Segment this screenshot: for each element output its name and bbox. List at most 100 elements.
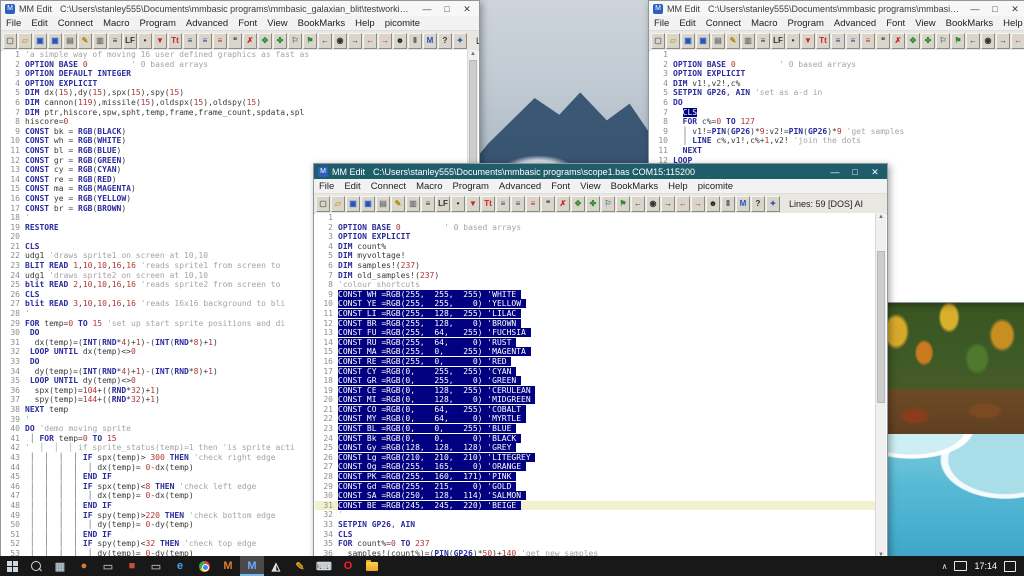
code-line[interactable]: 3OPTION DEFAULT INTEGER: [2, 69, 468, 79]
code-line[interactable]: 5DIM dx(15),dy(15),spx(15),spy(15): [2, 88, 468, 98]
code-line[interactable]: 16CONST RE =RGB(255, 0, 0) 'RED: [315, 357, 876, 367]
save-button[interactable]: ▣: [346, 196, 360, 212]
hand-green-a-button[interactable]: ✥: [571, 196, 585, 212]
arrow-right-button[interactable]: →: [661, 196, 675, 212]
code-line[interactable]: 6DIM samples!(237): [315, 261, 876, 271]
minimize-button[interactable]: —: [417, 2, 437, 16]
flag-green-button[interactable]: ⚑: [951, 33, 965, 49]
code-line[interactable]: 2OPTION BASE 0 ' 0 based arrays: [650, 60, 1024, 70]
paste-red-button[interactable]: ▼: [801, 33, 815, 49]
code-line[interactable]: 5DIM myvoltage!: [315, 251, 876, 261]
code-line[interactable]: 3OPTION EXPLICIT: [315, 232, 876, 242]
menu-edit[interactable]: Edit: [674, 18, 700, 29]
arrow-right-button[interactable]: →: [348, 33, 362, 49]
indent-red-button[interactable]: ≡: [861, 33, 875, 49]
notification-center-icon[interactable]: [1004, 561, 1016, 572]
code-line[interactable]: 7DIM old_samples!(237): [315, 271, 876, 281]
code-line[interactable]: 11 NEXT: [650, 146, 1024, 156]
new-file-button[interactable]: ▢: [316, 196, 330, 212]
app-edge-browser-icon[interactable]: e: [168, 556, 192, 576]
record-dot-button[interactable]: •: [451, 196, 465, 212]
save-as-button[interactable]: ▣: [361, 196, 375, 212]
code-line[interactable]: 14CONST RU =RGB(255, 64, 0) 'RUST: [315, 338, 876, 348]
code-line[interactable]: 33SETPIN GP26, AIN: [315, 520, 876, 530]
menu-macro[interactable]: Macro: [98, 18, 134, 29]
list-view-button[interactable]: ≡: [108, 33, 122, 49]
record-dot-button[interactable]: •: [786, 33, 800, 49]
code-line[interactable]: 8hiscore=0: [2, 117, 468, 127]
indent-left-button[interactable]: ≡: [496, 196, 510, 212]
taskbar-clock[interactable]: 17:14: [974, 561, 997, 571]
blue-m-doc-button[interactable]: M: [423, 33, 437, 49]
code-line[interactable]: 9 │ v1!=PIN(GP26)*9:v2!=PIN(GP26)*9 'get…: [650, 127, 1024, 137]
hand-green-b-button[interactable]: ✤: [273, 33, 287, 49]
app-paint-icon[interactable]: ✎: [288, 556, 312, 576]
maximize-button[interactable]: □: [985, 2, 1005, 16]
app-photos-icon[interactable]: ◭: [264, 556, 288, 576]
delete-red-x-button[interactable]: ✗: [891, 33, 905, 49]
copy-pages-button[interactable]: ▥: [741, 33, 755, 49]
code-line[interactable]: 25CONST Gy =RGB(128, 128, 128) 'GREY: [315, 443, 876, 453]
edit-pencil-button[interactable]: ✎: [391, 196, 405, 212]
save-as-button[interactable]: ▣: [48, 33, 62, 49]
code-line[interactable]: 4DIM v1!,v2!,c%: [650, 79, 1024, 89]
code-line[interactable]: 8 FOR c%=0 TO 127: [650, 117, 1024, 127]
code-line[interactable]: 29CONST Gd =RGB(255, 215, 0) 'GOLD: [315, 482, 876, 492]
code-line[interactable]: 13CONST FU =RGB(255, 64, 255) 'FUCHSIA: [315, 328, 876, 338]
code-line[interactable]: 22CONST MY =RGB(0, 64, 0) 'MYRTLE: [315, 414, 876, 424]
code-line[interactable]: 7 CLS: [650, 108, 1024, 118]
copy-pages-button[interactable]: ▥: [406, 196, 420, 212]
maximize-button[interactable]: □: [845, 165, 865, 179]
print-button[interactable]: ▤: [376, 196, 390, 212]
hand-green-a-button[interactable]: ✥: [906, 33, 920, 49]
comment-bubble-button[interactable]: ❝: [541, 196, 555, 212]
menu-macro[interactable]: Macro: [411, 181, 447, 192]
open-folder-button[interactable]: ▱: [666, 33, 680, 49]
run-macro-button[interactable]: ✦: [766, 196, 780, 212]
line-ending-lf-button[interactable]: LF: [123, 33, 137, 49]
code-line[interactable]: 3OPTION EXPLICIT: [650, 69, 1024, 79]
scroll-up-arrow[interactable]: ▲: [876, 213, 886, 222]
menu-bookmarks[interactable]: BookMarks: [293, 18, 351, 29]
menu-picomite[interactable]: picomite: [693, 181, 738, 192]
title-bar[interactable]: M MM Edit C:\Users\stanley555\Documents\…: [314, 164, 887, 179]
code-line[interactable]: 34CLS: [315, 530, 876, 540]
menu-file[interactable]: File: [1, 18, 26, 29]
code-line[interactable]: 6DO: [650, 98, 1024, 108]
code-line[interactable]: 18CONST GR =RGB(0, 255, 0) 'GREEN: [315, 376, 876, 386]
code-line[interactable]: 11CONST bl = RGB(BLUE): [2, 146, 468, 156]
menu-view[interactable]: View: [262, 18, 292, 29]
indent-right-button[interactable]: ≡: [846, 33, 860, 49]
font-case-button[interactable]: Tt: [816, 33, 830, 49]
menu-edit[interactable]: Edit: [339, 181, 365, 192]
code-line[interactable]: 1: [650, 50, 1024, 60]
menu-view[interactable]: View: [575, 181, 605, 192]
arrow-target-button[interactable]: ◉: [333, 33, 347, 49]
flag-light-button[interactable]: ⚐: [288, 33, 302, 49]
code-editor-center[interactable]: 12OPTION BASE 0 ' 0 based arrays3OPTION …: [315, 213, 876, 560]
arrow-left-button[interactable]: ←: [318, 33, 332, 49]
list-view-button[interactable]: ≡: [421, 196, 435, 212]
code-line[interactable]: 1'a simple way of moving 16 user defined…: [2, 50, 468, 60]
menu-font[interactable]: Font: [881, 18, 910, 29]
blue-m-doc-button[interactable]: M: [736, 196, 750, 212]
close-button[interactable]: ✕: [457, 2, 477, 16]
code-line[interactable]: 32': [315, 510, 876, 520]
code-line[interactable]: 15CONST MA =RGB(255, 0, 255) 'MAGENTA: [315, 347, 876, 357]
list-view-button[interactable]: ≡: [756, 33, 770, 49]
menu-edit[interactable]: Edit: [26, 18, 52, 29]
code-line[interactable]: 7DIM ptr,hiscore,spw,spht,temp,frame,fra…: [2, 108, 468, 118]
code-line[interactable]: 20CONST MI =RGB(0, 128, 0) 'MIDGREEN: [315, 395, 876, 405]
flag-green-button[interactable]: ⚑: [303, 33, 317, 49]
arrow-left-button[interactable]: ←: [631, 196, 645, 212]
code-line[interactable]: 19CONST CE =RGB(0, 128, 255) 'CERULEAN: [315, 386, 876, 396]
hand-green-b-button[interactable]: ✤: [921, 33, 935, 49]
pause-bars-button[interactable]: ‖: [408, 33, 422, 49]
app-opera-browser-icon[interactable]: O: [336, 556, 360, 576]
code-line[interactable]: 8'colour shortcuts: [315, 280, 876, 290]
title-bar[interactable]: M MM Edit C:\Users\stanley555\Documents\…: [1, 1, 479, 16]
indent-right-button[interactable]: ≡: [511, 196, 525, 212]
line-ending-lf-button[interactable]: LF: [436, 196, 450, 212]
menu-program[interactable]: Program: [447, 181, 493, 192]
flag-light-button[interactable]: ⚐: [936, 33, 950, 49]
